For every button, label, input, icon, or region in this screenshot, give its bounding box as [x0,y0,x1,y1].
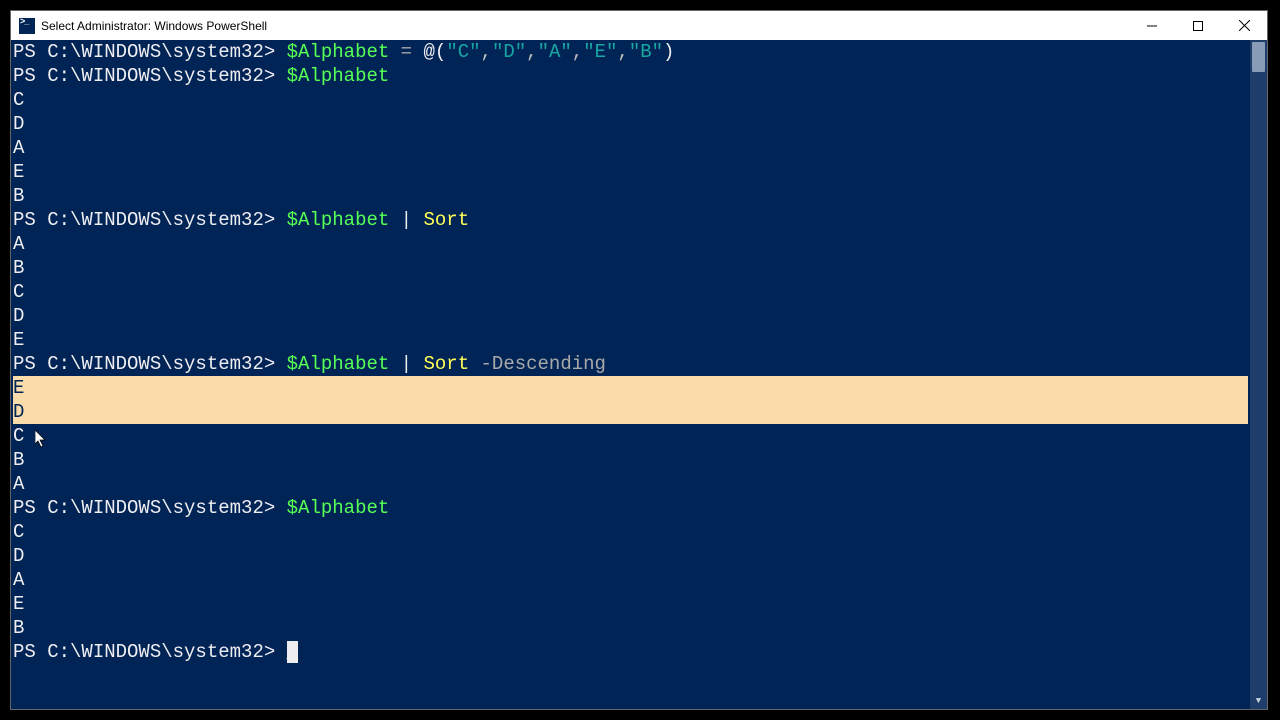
terminal-line: E [13,592,1248,616]
terminal-line: A [13,472,1248,496]
terminal-line: C [13,520,1248,544]
terminal-line: B [13,616,1248,640]
terminal-line: PS C:\WINDOWS\system32> _ [13,640,1248,664]
terminal-line: D [13,304,1248,328]
terminal-line: A [13,568,1248,592]
terminal-line: B [13,256,1248,280]
scrollbar[interactable]: ▲ ▼ [1250,40,1267,709]
minimize-icon [1147,21,1157,31]
terminal-line: PS C:\WINDOWS\system32> $Alphabet | Sort [13,208,1248,232]
terminal-line: A [13,232,1248,256]
scrollbar-thumb[interactable] [1252,42,1265,72]
terminal-area: PS C:\WINDOWS\system32> $Alphabet = @("C… [11,40,1267,709]
maximize-button[interactable] [1175,11,1221,40]
terminal-line: B [13,448,1248,472]
terminal-line: PS C:\WINDOWS\system32> $Alphabet [13,64,1248,88]
terminal-line: D [13,400,1248,424]
terminal-line: C [13,88,1248,112]
terminal-line: A [13,136,1248,160]
close-button[interactable] [1221,11,1267,40]
terminal-line: E [13,328,1248,352]
terminal-content[interactable]: PS C:\WINDOWS\system32> $Alphabet = @("C… [11,40,1250,709]
terminal-line: PS C:\WINDOWS\system32> $Alphabet = @("C… [13,40,1248,64]
maximize-icon [1193,21,1203,31]
window-title: Select Administrator: Windows PowerShell [41,19,267,33]
powershell-window: Select Administrator: Windows PowerShell… [10,10,1268,710]
terminal-line: PS C:\WINDOWS\system32> $Alphabet | Sort… [13,352,1248,376]
terminal-line: C [13,280,1248,304]
terminal-line: C [13,424,1248,448]
powershell-icon [19,18,35,34]
terminal-line: B [13,184,1248,208]
close-icon [1239,20,1250,31]
terminal-line: D [13,112,1248,136]
minimize-button[interactable] [1129,11,1175,40]
scroll-down-arrow[interactable]: ▼ [1250,692,1267,709]
terminal-line: E [13,160,1248,184]
terminal-line: E [13,376,1248,400]
terminal-line: PS C:\WINDOWS\system32> $Alphabet [13,496,1248,520]
terminal-line: D [13,544,1248,568]
titlebar[interactable]: Select Administrator: Windows PowerShell [11,11,1267,40]
